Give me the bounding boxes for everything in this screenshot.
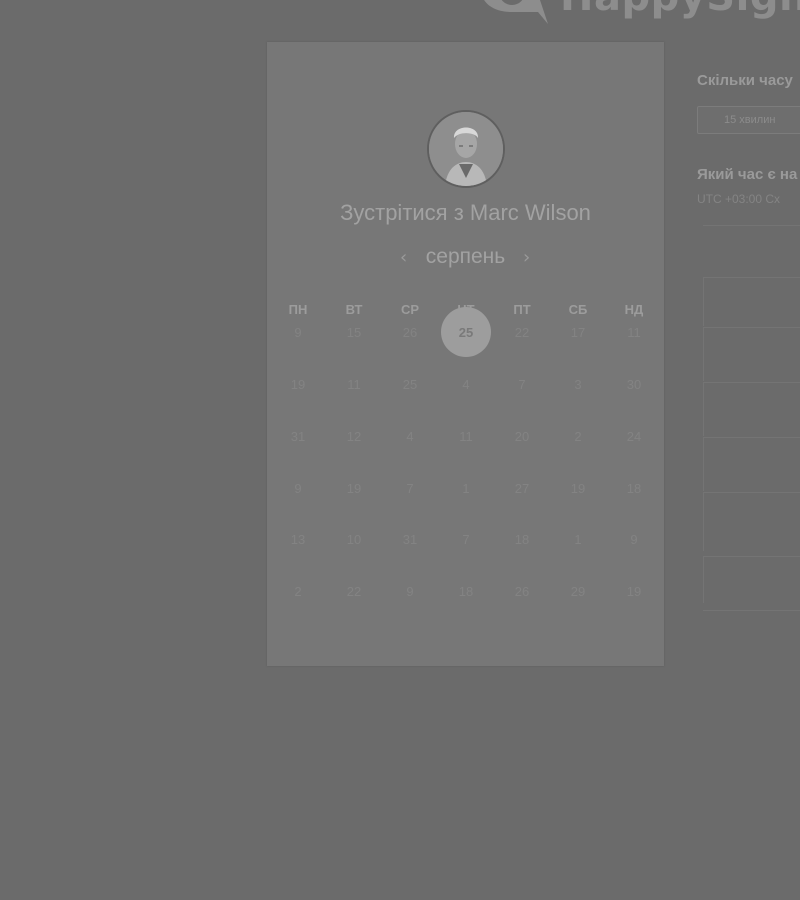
- time-slot[interactable]: [703, 556, 800, 603]
- calendar-day[interactable]: 9: [273, 463, 323, 513]
- calendar-day[interactable]: 1: [553, 514, 603, 564]
- divider: [703, 610, 800, 611]
- calendar-day[interactable]: 9: [609, 514, 659, 564]
- calendar-day[interactable]: 7: [441, 514, 491, 564]
- calendar-day[interactable]: 11: [329, 359, 379, 409]
- time-slot[interactable]: [703, 382, 800, 436]
- calendar-day[interactable]: 31: [273, 411, 323, 461]
- calendar-day[interactable]: 4: [385, 411, 435, 461]
- calendar-day[interactable]: 18: [497, 514, 547, 564]
- calendar-day[interactable]: 22: [329, 566, 379, 616]
- duration-select[interactable]: 15 хвилин: [697, 106, 800, 134]
- calendar-day[interactable]: 9: [273, 307, 323, 357]
- calendar-day[interactable]: 26: [385, 307, 435, 357]
- calendar-day[interactable]: 10: [329, 514, 379, 564]
- calendar-day[interactable]: 12: [329, 411, 379, 461]
- calendar-day[interactable]: 18: [609, 463, 659, 513]
- time-slot[interactable]: [703, 327, 800, 381]
- calendar-day[interactable]: 4: [441, 359, 491, 409]
- calendar-day[interactable]: 15: [329, 307, 379, 357]
- time-slot[interactable]: [703, 277, 800, 326]
- logo-icon: [484, 0, 548, 24]
- calendar-day[interactable]: 27: [497, 463, 547, 513]
- calendar-day[interactable]: 20: [497, 411, 547, 461]
- calendar-day[interactable]: 2: [553, 411, 603, 461]
- time-slot[interactable]: [703, 492, 800, 551]
- calendar-day[interactable]: 30: [609, 359, 659, 409]
- calendar-day[interactable]: 29: [553, 566, 603, 616]
- calendar-day[interactable]: 11: [609, 307, 659, 357]
- calendar-day[interactable]: 31: [385, 514, 435, 564]
- calendar-day[interactable]: 26: [497, 566, 547, 616]
- calendar-day[interactable]: 19: [553, 463, 603, 513]
- calendar-grid: 9 15 26 25 22 17 11 19 11 25 4 7 3 30 31…: [267, 42, 664, 666]
- scheduling-panel: Скільки часу 15 хвилин Який час є на UTC…: [697, 0, 800, 900]
- calendar-day[interactable]: 25: [385, 359, 435, 409]
- calendar-day[interactable]: 17: [553, 307, 603, 357]
- time-slot[interactable]: [703, 437, 800, 491]
- time-question: Який час є на: [697, 166, 798, 183]
- calendar-day[interactable]: 11: [441, 411, 491, 461]
- calendar-day[interactable]: 3: [553, 359, 603, 409]
- calendar-day[interactable]: 19: [609, 566, 659, 616]
- booking-card: Зустрітися з Marc Wilson ‹ серпень › ПН …: [267, 42, 664, 666]
- calendar-day[interactable]: 13: [273, 514, 323, 564]
- calendar-day[interactable]: 2: [273, 566, 323, 616]
- duration-value: 15 хвилин: [724, 114, 776, 126]
- calendar-day[interactable]: 9: [385, 566, 435, 616]
- timezone-label[interactable]: UTC +03:00 Сх: [697, 192, 780, 206]
- calendar-day[interactable]: 7: [385, 463, 435, 513]
- calendar-day[interactable]: 1: [441, 463, 491, 513]
- calendar-day[interactable]: 19: [329, 463, 379, 513]
- calendar-day[interactable]: 7: [497, 359, 547, 409]
- calendar-day[interactable]: 19: [273, 359, 323, 409]
- calendar-day[interactable]: 22: [497, 307, 547, 357]
- divider: [703, 225, 800, 226]
- calendar-day[interactable]: 18: [441, 566, 491, 616]
- duration-question: Скільки часу: [697, 72, 793, 89]
- calendar-day[interactable]: 24: [609, 411, 659, 461]
- calendar-day-selected[interactable]: 25: [441, 307, 491, 357]
